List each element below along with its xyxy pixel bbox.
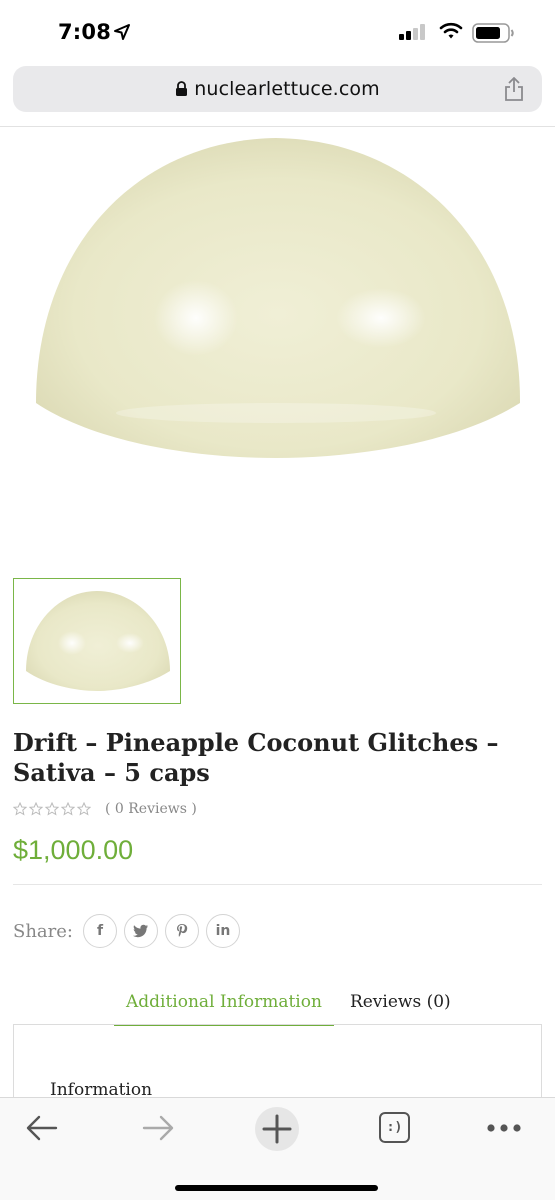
share-label: Share: xyxy=(13,920,73,942)
home-indicator[interactable] xyxy=(175,1185,378,1191)
linkedin-icon: in xyxy=(215,923,231,939)
facebook-share-button[interactable]: f xyxy=(82,914,117,948)
tab-additional-information[interactable]: Additional Information xyxy=(114,990,334,1026)
product-tabs: Additional Information Reviews (0) xyxy=(114,990,451,1026)
header-divider xyxy=(0,126,555,127)
url-text: nuclearlettuce.com xyxy=(194,78,380,100)
linkedin-share-button[interactable]: in xyxy=(205,914,240,948)
battery-icon xyxy=(472,23,514,43)
twitter-icon xyxy=(132,924,148,938)
star-empty-icon xyxy=(61,802,75,816)
facebook-icon: f xyxy=(96,923,104,939)
lock-icon xyxy=(176,80,188,96)
star-empty-icon xyxy=(13,802,27,816)
forward-arrow-icon[interactable] xyxy=(140,1110,176,1146)
location-arrow-icon xyxy=(114,24,130,40)
product-rating: ( 0 Reviews ) xyxy=(13,801,197,817)
star-empty-icon xyxy=(29,802,43,816)
tab-reviews[interactable]: Reviews (0) xyxy=(350,990,451,1026)
address-bar[interactable]: nuclearlettuce.com xyxy=(13,66,542,112)
product-thumbnail[interactable] xyxy=(13,578,181,704)
star-empty-icon xyxy=(77,802,91,816)
pinterest-share-button[interactable] xyxy=(164,914,199,948)
divider xyxy=(13,884,542,885)
product-price: $1,000.00 xyxy=(13,835,134,865)
star-empty-icon xyxy=(45,802,59,816)
product-image[interactable] xyxy=(26,128,530,468)
status-time: 7:08 xyxy=(58,20,112,44)
status-bar: 7:08 xyxy=(0,0,555,62)
thumbnail-image xyxy=(26,591,170,691)
new-tab-plus-icon[interactable] xyxy=(254,1106,300,1152)
cellular-signal-icon xyxy=(399,24,425,40)
pinterest-icon xyxy=(176,924,188,937)
more-dots-icon[interactable] xyxy=(486,1122,522,1134)
wifi-icon xyxy=(439,22,463,39)
twitter-share-button[interactable] xyxy=(123,914,158,948)
product-title: Drift – Pineapple Coconut Glitches – Sat… xyxy=(13,728,499,787)
share-row: Share: f in xyxy=(13,914,247,948)
tabs-icon-glyph: :) xyxy=(386,1120,403,1135)
tabs-icon[interactable]: :) xyxy=(379,1112,410,1143)
share-icon[interactable] xyxy=(504,76,524,102)
reviews-link[interactable]: ( 0 Reviews ) xyxy=(105,801,197,817)
back-arrow-icon[interactable] xyxy=(24,1110,60,1146)
